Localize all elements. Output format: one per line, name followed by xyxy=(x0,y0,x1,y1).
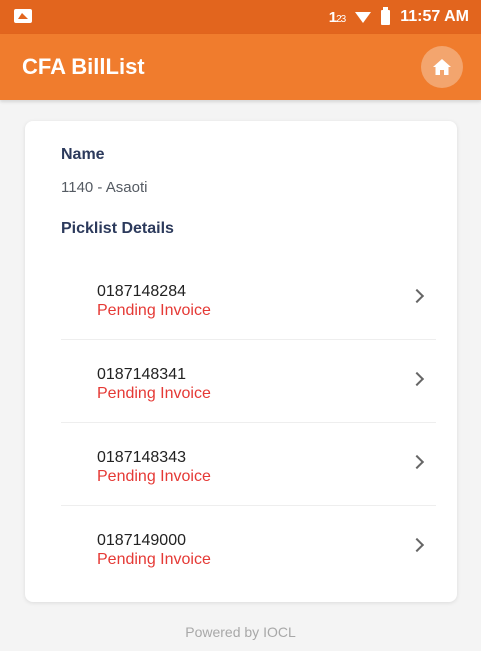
home-button[interactable] xyxy=(421,46,463,88)
app-title: CFA BillList xyxy=(22,54,145,79)
network-text: 1 xyxy=(328,8,337,26)
picklist-item[interactable]: 0187149000 Pending Invoice xyxy=(61,506,436,588)
picklist-status: Pending Invoice xyxy=(97,468,211,485)
network-indicator: 123 xyxy=(328,8,346,26)
image-notification-icon xyxy=(14,9,32,23)
picklist-status: Pending Invoice xyxy=(97,551,211,568)
app-bar: CFA BillList xyxy=(0,34,481,100)
home-icon xyxy=(433,59,451,75)
picklist-number: 0187148343 xyxy=(97,449,186,466)
chevron-right-icon[interactable] xyxy=(409,371,425,387)
picklist-number: 0187148284 xyxy=(97,283,186,300)
picklist-item[interactable]: 0187148341 Pending Invoice xyxy=(61,340,436,423)
wifi-icon xyxy=(355,11,372,23)
name-value: 1140 - Asaoti xyxy=(61,179,148,196)
powered-by-footer: Powered by IOCL xyxy=(185,624,296,640)
battery-icon xyxy=(381,6,391,25)
picklist-status: Pending Invoice xyxy=(97,385,211,402)
picklist: 0187148284 Pending Invoice 0187148341 Pe… xyxy=(61,257,436,588)
status-time: 11:57 AM xyxy=(400,8,469,25)
chevron-right-icon[interactable] xyxy=(409,454,425,470)
chevron-right-icon[interactable] xyxy=(409,537,425,553)
bill-card: Name 1140 - Asaoti Picklist Details 0187… xyxy=(25,121,457,602)
picklist-details-label: Picklist Details xyxy=(61,220,174,237)
picklist-number: 0187148341 xyxy=(97,366,186,383)
chevron-right-icon[interactable] xyxy=(409,288,425,304)
status-icons: 123 11:57 AM xyxy=(329,6,469,28)
name-label: Name xyxy=(61,146,105,163)
status-bar: 123 11:57 AM xyxy=(0,0,481,34)
picklist-status: Pending Invoice xyxy=(97,302,211,319)
picklist-item[interactable]: 0187148343 Pending Invoice xyxy=(61,423,436,506)
network-subtext: 23 xyxy=(336,13,346,25)
picklist-number: 0187149000 xyxy=(97,532,186,549)
picklist-item[interactable]: 0187148284 Pending Invoice xyxy=(61,257,436,340)
